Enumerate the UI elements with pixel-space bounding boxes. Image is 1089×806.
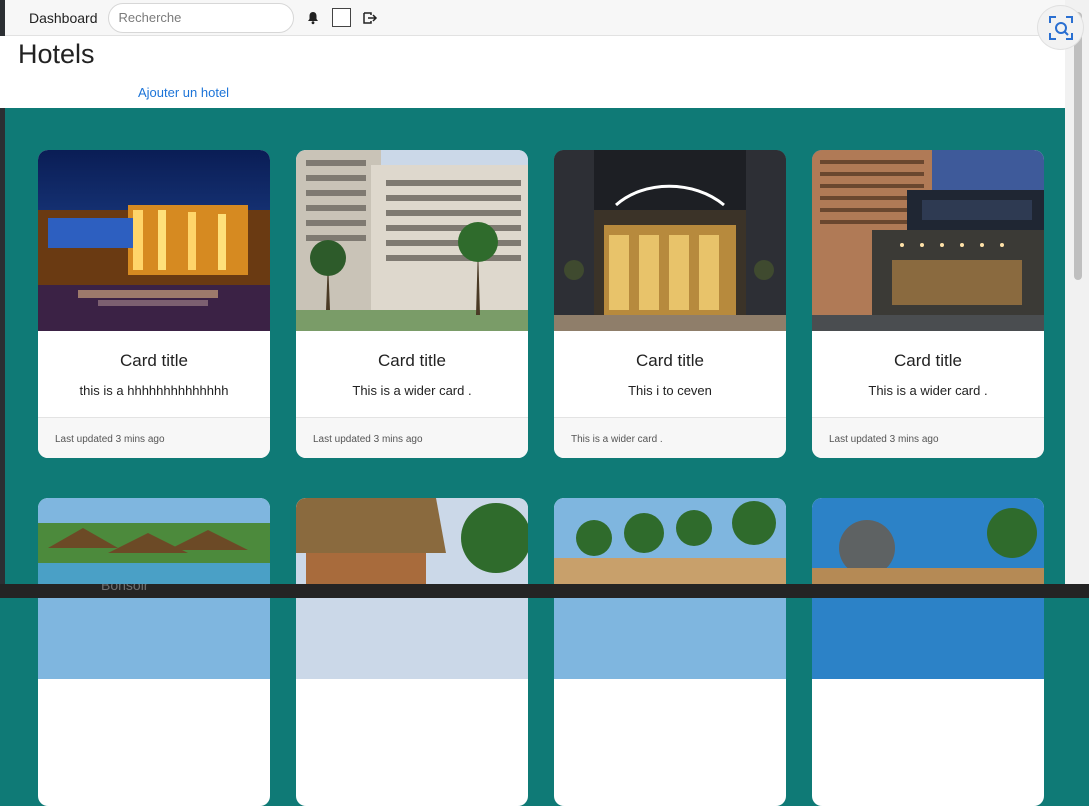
card-body: Card title This is a wider card . [296, 331, 528, 417]
hotel-image [554, 150, 786, 331]
card-text: this is a hhhhhhhhhhhhhh [79, 383, 229, 398]
card-footer: Last updated 3 mins ago [296, 417, 528, 458]
hotel-card-grid: Card title this is a hhhhhhhhhhhhhh Last… [38, 150, 1044, 806]
dashboard-link[interactable]: Dashboard [29, 10, 98, 26]
page-header: Hotels Ajouter un hotel [0, 36, 1065, 108]
hotel-image [38, 150, 270, 331]
hotel-card[interactable] [296, 498, 528, 806]
card-text: This i to ceven [628, 383, 712, 398]
top-navbar: Dashboard [5, 0, 1065, 36]
card-body: Card title This i to ceven [554, 331, 786, 417]
screen-capture-icon [1048, 15, 1073, 40]
card-title: Card title [119, 351, 189, 370]
hotel-card[interactable] [554, 498, 786, 806]
scrollbar-thumb[interactable] [1074, 12, 1082, 280]
card-footer: Last updated 3 mins ago [38, 417, 270, 458]
card-footer: This is a wider card . [554, 417, 786, 458]
search-input[interactable] [107, 2, 294, 33]
hotel-card[interactable]: Card title This is a wider card . Last u… [296, 150, 528, 458]
card-text: This is a wider card . [868, 383, 988, 398]
card-footer: Last updated 3 mins ago [812, 417, 1044, 458]
vertical-scrollbar[interactable] [1065, 0, 1089, 584]
logout-icon[interactable] [361, 9, 379, 27]
checkbox[interactable] [331, 8, 351, 27]
screen-capture-button[interactable] [1037, 5, 1084, 50]
taskbar-text: Bonsoir [101, 584, 149, 593]
hotel-card[interactable]: Card title this is a hhhhhhhhhhhhhh Last… [38, 150, 270, 458]
bell-icon[interactable] [304, 9, 322, 27]
card-body: Card title this is a hhhhhhhhhhhhhh [38, 331, 270, 417]
hotel-card[interactable] [38, 498, 270, 806]
hotel-card[interactable] [812, 498, 1044, 806]
card-title: Card title [893, 351, 963, 370]
taskbar: Bonsoir [0, 584, 1089, 598]
hotel-image [296, 150, 528, 331]
hotel-card[interactable]: Card title This is a wider card . Last u… [812, 150, 1044, 458]
card-body: Card title This is a wider card . [812, 331, 1044, 417]
hotel-card[interactable]: Card title This i to ceven This is a wid… [554, 150, 786, 458]
card-title: Card title [635, 351, 705, 370]
page-title: Hotels [18, 39, 95, 69]
card-title: Card title [377, 351, 447, 370]
hotel-image [812, 150, 1044, 331]
add-hotel-link[interactable]: Ajouter un hotel [138, 85, 229, 100]
card-text: This is a wider card . [352, 383, 472, 398]
